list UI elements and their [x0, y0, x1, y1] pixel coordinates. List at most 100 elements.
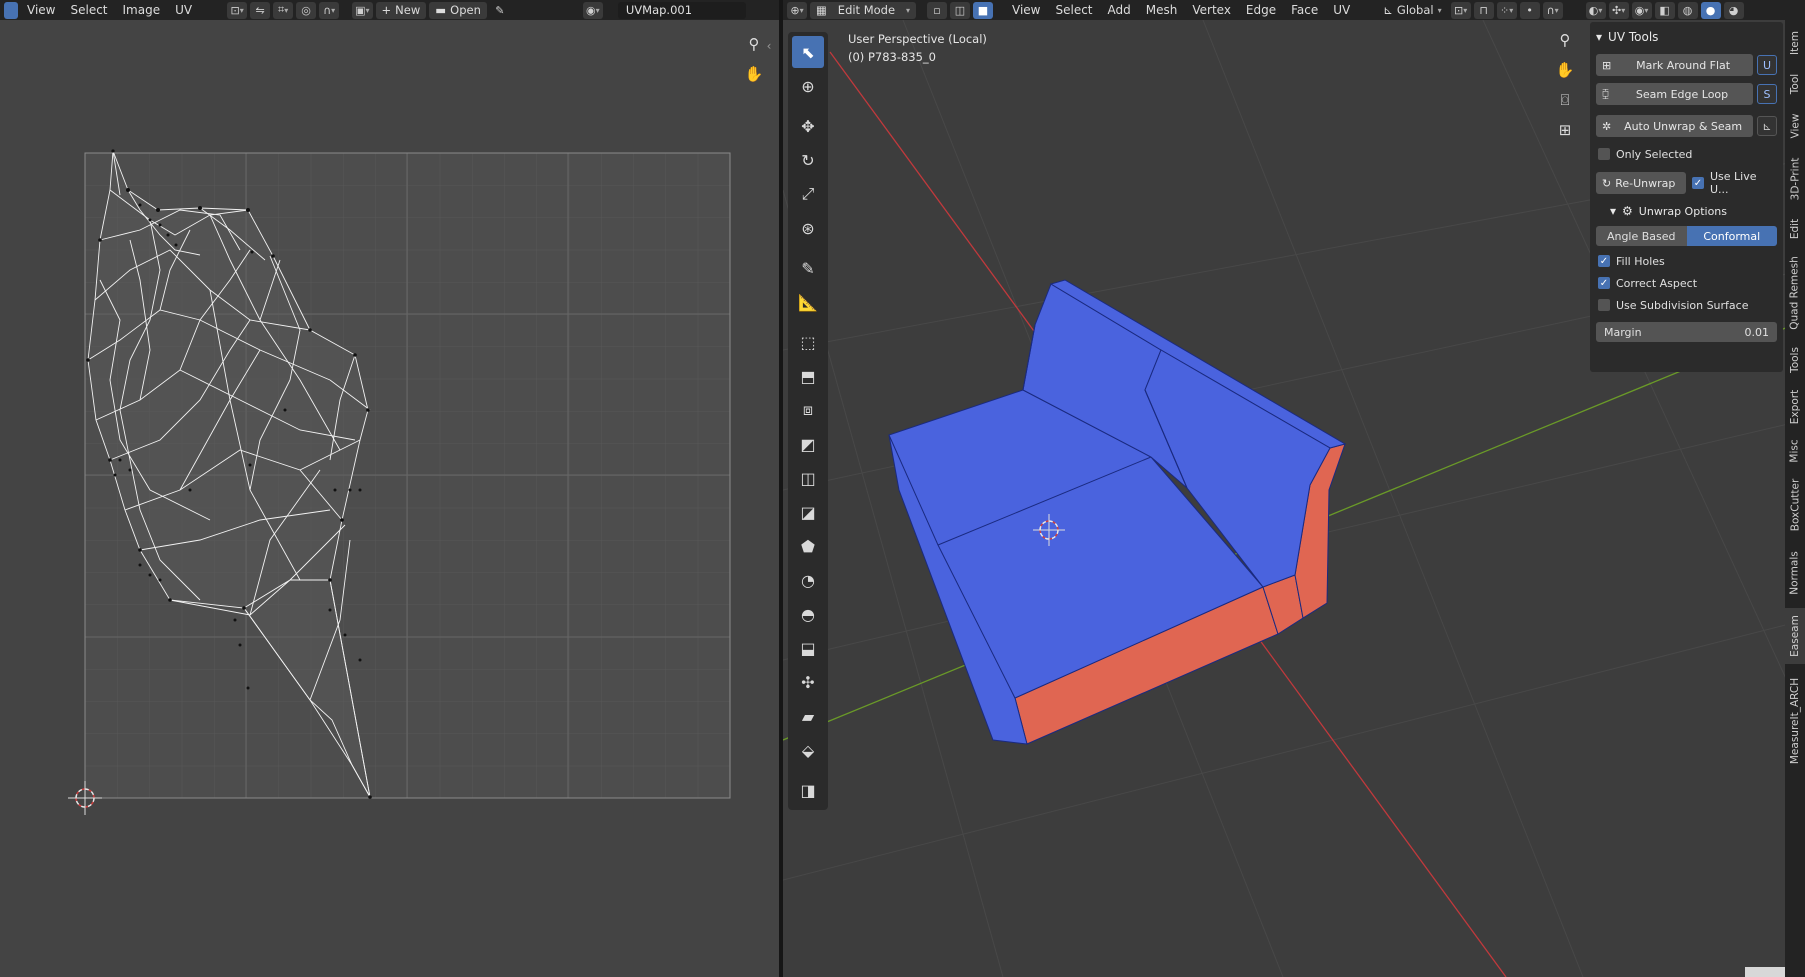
angle-icon[interactable]: ⊾ — [1757, 116, 1777, 136]
uv-menu-image[interactable]: Image — [117, 3, 167, 17]
margin-field[interactable]: Margin 0.01 — [1596, 322, 1777, 342]
viewport-editor-type-icon[interactable]: ⊕ ▾ — [787, 1, 807, 19]
correct-aspect-checkbox[interactable]: ✓ Correct Aspect — [1596, 272, 1777, 294]
select-box-tool-icon[interactable]: ⬉ — [792, 36, 824, 68]
tab-normals[interactable]: Normals — [1785, 542, 1805, 604]
vp-menu-face[interactable]: Face — [1285, 3, 1324, 17]
shear-tool-icon[interactable]: ▰ — [792, 700, 824, 732]
mark-around-flat-key[interactable]: U — [1757, 55, 1777, 75]
vp-menu-add[interactable]: Add — [1102, 3, 1137, 17]
knife-tool-icon[interactable]: ◪ — [792, 496, 824, 528]
tab-boxcutter[interactable]: BoxCutter — [1785, 472, 1805, 538]
tab-3d-print[interactable]: 3D-Print — [1785, 150, 1805, 208]
vp-pan-hand-icon[interactable]: ✋ — [1553, 58, 1577, 82]
uv-sync-icon[interactable]: ⇋ — [250, 1, 271, 19]
uv-menu-view[interactable]: View — [21, 3, 61, 17]
falloff-curve-icon[interactable]: ∩ ▾ — [1542, 1, 1563, 19]
uv-tool-icon[interactable]: ◨ — [792, 774, 824, 806]
visibility-icon[interactable]: ◐ ▾ — [1585, 1, 1606, 19]
uv-menu-uv[interactable]: UV — [169, 3, 198, 17]
seam-edge-loop-key[interactable]: S — [1757, 84, 1777, 104]
cursor-tool-icon[interactable]: ⊕ — [792, 70, 824, 102]
tab-misc[interactable]: Misc — [1785, 434, 1805, 468]
editor-type-icon[interactable] — [4, 1, 18, 19]
re-unwrap-button[interactable]: ↻ Re-Unwrap — [1596, 172, 1686, 194]
scale-tool-icon[interactable]: ⤢ — [792, 178, 824, 210]
uv-map-name-field[interactable]: UVMap.001 — [617, 1, 746, 19]
tab-edit[interactable]: Edit — [1785, 212, 1805, 246]
shrink-fatten-tool-icon[interactable]: ✣ — [792, 666, 824, 698]
only-selected-checkbox[interactable]: Only Selected — [1596, 143, 1777, 165]
use-live-unwrap-checkbox[interactable]: ✓ Use Live U... — [1690, 170, 1777, 196]
rip-tool-icon[interactable]: ⬙ — [792, 734, 824, 766]
face-select-icon[interactable]: ■ — [973, 1, 993, 19]
wireframe-shading-icon[interactable]: ◍ — [1677, 1, 1698, 19]
solid-shading-icon[interactable]: ● — [1700, 1, 1721, 19]
sofa-mesh[interactable] — [888, 279, 1347, 745]
uv-tools-header[interactable]: ▾ UV Tools — [1596, 26, 1777, 48]
mode-dropdown[interactable]: ▦ Edit Mode ▾ — [810, 1, 916, 19]
vp-menu-select[interactable]: Select — [1049, 3, 1098, 17]
image-browse-icon[interactable]: ▣ ▾ — [352, 1, 373, 19]
pin-icon[interactable]: ✎ — [490, 2, 510, 19]
annotate-tool-icon[interactable]: ✎ — [792, 252, 824, 284]
auto-unwrap-seam-button[interactable]: ✲ Auto Unwrap & Seam — [1596, 115, 1753, 137]
xray-icon[interactable]: ◧ — [1654, 1, 1675, 19]
transform-tool-icon[interactable]: ⊛ — [792, 212, 824, 244]
extrude-tool-icon[interactable]: ⬒ — [792, 360, 824, 392]
vp-menu-mesh[interactable]: Mesh — [1140, 3, 1184, 17]
new-image-button[interactable]: + New — [375, 1, 427, 19]
proportional-edit-icon[interactable]: • — [1519, 1, 1540, 19]
transform-orientation-dropdown[interactable]: ⊾ Global ▾ — [1377, 2, 1447, 19]
vertex-select-icon[interactable]: ▫ — [927, 1, 947, 19]
tab-measureit-arch[interactable]: MeasureIt_ARCH — [1785, 668, 1805, 774]
use-subdivision-checkbox[interactable]: Use Subdivision Surface — [1596, 294, 1777, 316]
pivot-icon[interactable]: ⊡ ▾ — [227, 1, 248, 19]
vp-menu-vertex[interactable]: Vertex — [1186, 3, 1237, 17]
material-shading-icon[interactable]: ◕ — [1723, 1, 1744, 19]
mark-around-flat-button[interactable]: ⊞ Mark Around Flat — [1596, 54, 1753, 76]
spin-tool-icon[interactable]: ◔ — [792, 564, 824, 596]
vp-menu-edge[interactable]: Edge — [1240, 3, 1282, 17]
tab-item[interactable]: Item — [1785, 24, 1805, 62]
vp-menu-uv[interactable]: UV — [1327, 3, 1356, 17]
tab-quad-remesh[interactable]: Quad Remesh — [1785, 250, 1805, 336]
overlays-icon[interactable]: ◉ ▾ — [1631, 1, 1652, 19]
snap-toggle-icon[interactable]: ⊓ — [1473, 1, 1494, 19]
overlay-icon[interactable]: ◉ ▾ — [582, 1, 603, 19]
camera-view-icon[interactable]: ⌼ — [1553, 88, 1577, 112]
poly-build-tool-icon[interactable]: ⬟ — [792, 530, 824, 562]
vp-menu-view[interactable]: View — [1006, 3, 1046, 17]
smooth-tool-icon[interactable]: ◓ — [792, 598, 824, 630]
proportional-icon[interactable]: ◎ — [296, 1, 317, 19]
tab-easeam[interactable]: Easeam — [1785, 608, 1805, 664]
angle-based-option[interactable]: Angle Based — [1596, 226, 1687, 246]
open-image-button[interactable]: ▬ Open — [429, 1, 487, 19]
measure-tool-icon[interactable]: 📐 — [792, 286, 824, 318]
uv-collapse-chevron-icon[interactable]: ‹ — [762, 34, 776, 58]
tab-export[interactable]: Export — [1785, 384, 1805, 430]
uv-pan-hand-icon[interactable]: ✋ — [742, 62, 766, 86]
uv-editor-canvas[interactable]: ⚲ ✋ ‹ — [0, 20, 779, 977]
loop-cut-tool-icon[interactable]: ◫ — [792, 462, 824, 494]
rotate-tool-icon[interactable]: ↻ — [792, 144, 824, 176]
gizmo-icon[interactable]: ✣ ▾ — [1608, 1, 1629, 19]
pivot-point-icon[interactable]: ⊡ ▾ — [1450, 1, 1471, 19]
unwrap-options-header[interactable]: ▾ ⚙ Unwrap Options — [1596, 200, 1777, 222]
edge-select-icon[interactable]: ◫ — [950, 1, 970, 19]
move-tool-icon[interactable]: ✥ — [792, 110, 824, 142]
falloff-icon[interactable]: ∩ ▾ — [319, 1, 340, 19]
uv-menu-select[interactable]: Select — [64, 3, 113, 17]
tab-view[interactable]: View — [1785, 106, 1805, 146]
edge-slide-tool-icon[interactable]: ⬓ — [792, 632, 824, 664]
tab-tools[interactable]: Tools — [1785, 340, 1805, 380]
inset-tool-icon[interactable]: ⧈ — [792, 394, 824, 426]
fill-holes-checkbox[interactable]: ✓ Fill Holes — [1596, 250, 1777, 272]
bevel-tool-icon[interactable]: ◩ — [792, 428, 824, 460]
conformal-option[interactable]: Conformal — [1686, 226, 1777, 246]
snap-target-icon[interactable]: ⁘ ▾ — [1496, 1, 1517, 19]
add-cube-tool-icon[interactable]: ⬚ — [792, 326, 824, 358]
tab-tool[interactable]: Tool — [1785, 66, 1805, 102]
vp-zoom-icon[interactable]: ⚲ — [1553, 28, 1577, 52]
snap-icon[interactable]: ⌗ ▾ — [273, 1, 294, 19]
